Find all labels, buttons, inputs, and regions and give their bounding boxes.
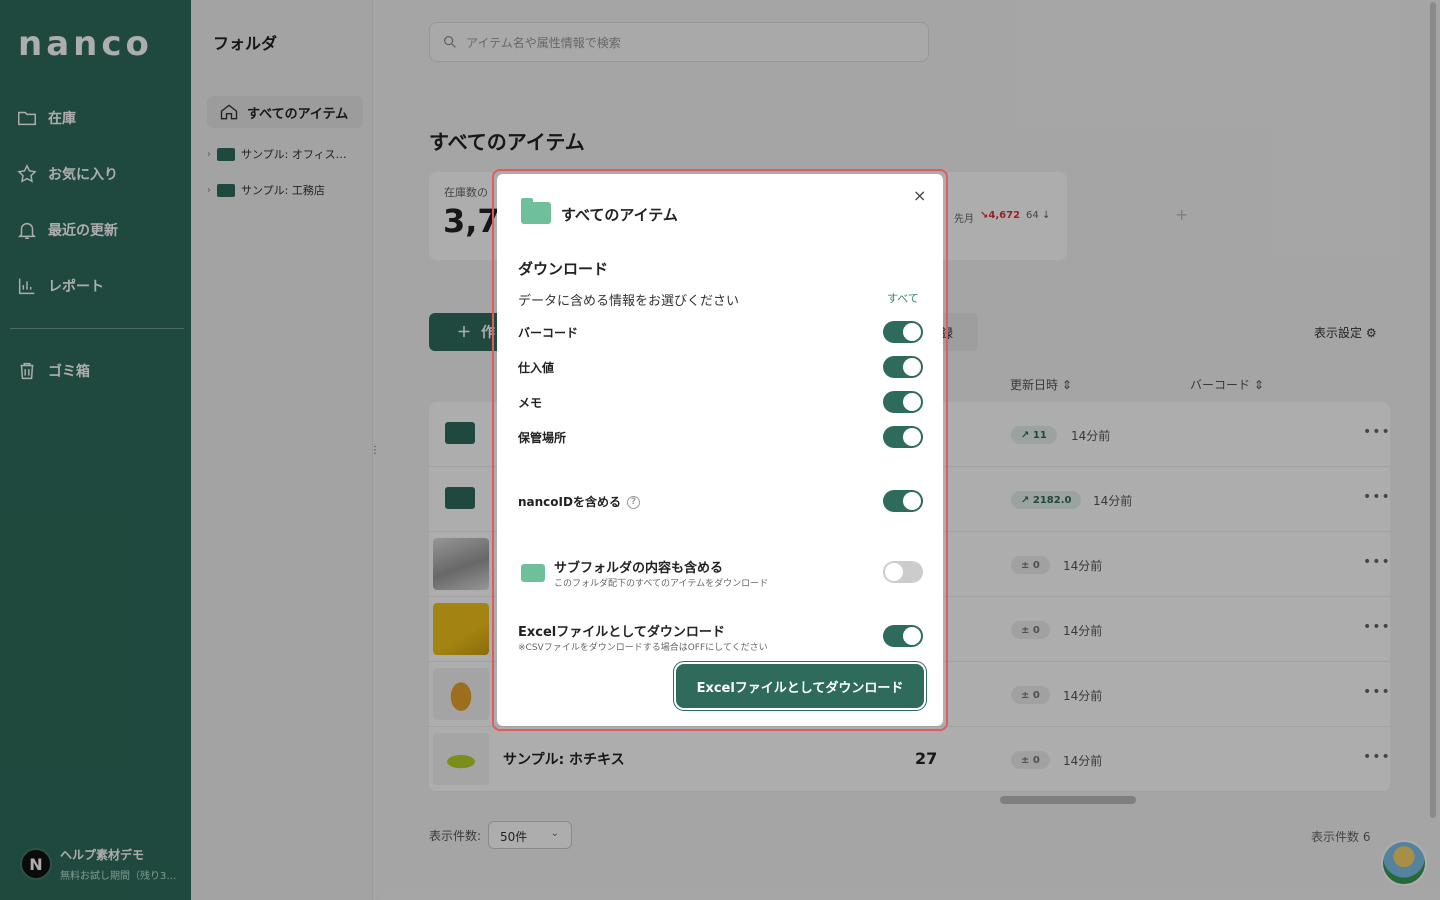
toggle-knob: [903, 428, 921, 446]
toggle-location[interactable]: [883, 426, 923, 448]
toggle-knob: [903, 323, 921, 341]
toggle-subfolder[interactable]: [883, 561, 923, 583]
subfolder-description: このフォルダ配下のすべてのアイテムをダウンロード: [554, 579, 769, 589]
option-label-nancoid: nancoIDを含める: [518, 495, 621, 509]
subfolder-icon: [521, 564, 545, 582]
excel-description: ※CSVファイルをダウンロードする場合はOFFにしてください: [518, 643, 768, 653]
option-label-cost: 仕入値: [518, 361, 555, 375]
download-modal: × すべてのアイテム ダウンロード データに含める情報をお選びください すべて …: [497, 174, 943, 726]
close-icon[interactable]: ×: [913, 186, 926, 205]
toggle-barcode[interactable]: [883, 321, 923, 343]
toggle-knob: [903, 627, 921, 645]
modal-description: データに含める情報をお選びください: [518, 294, 740, 309]
toggle-cost[interactable]: [883, 356, 923, 378]
folder-icon: [521, 198, 551, 224]
select-all-link[interactable]: すべて: [887, 290, 919, 306]
modal-title: すべてのアイテム: [561, 206, 678, 224]
option-label-location: 保管場所: [518, 431, 567, 445]
toggle-memo[interactable]: [883, 391, 923, 413]
toggle-knob: [903, 492, 921, 510]
option-label-barcode: バーコード: [518, 326, 579, 340]
toggle-excel[interactable]: [883, 625, 923, 647]
help-icon[interactable]: ?: [626, 496, 640, 509]
toggle-nancoid[interactable]: [883, 490, 923, 512]
download-button[interactable]: Excelファイルとしてダウンロード: [676, 664, 924, 708]
excel-title: Excelファイルとしてダウンロード: [518, 625, 725, 640]
toggle-knob: [885, 563, 903, 581]
toggle-knob: [903, 393, 921, 411]
option-label-memo: メモ: [518, 396, 543, 410]
subfolder-title: サブフォルダの内容も含める: [554, 561, 724, 576]
option-nancoid: nancoIDを含める?: [518, 493, 640, 510]
toggle-knob: [903, 358, 921, 376]
modal-section-title: ダウンロード: [518, 260, 609, 278]
